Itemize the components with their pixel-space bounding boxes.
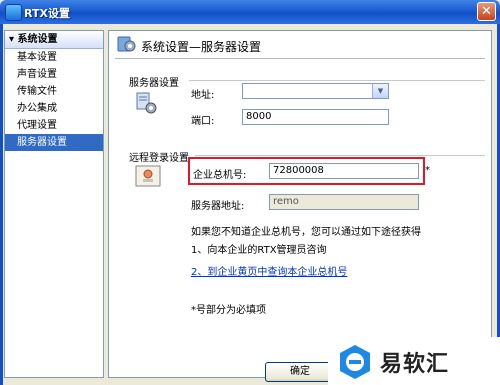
required-star: *: [425, 165, 430, 176]
server-gear-icon: [136, 92, 157, 114]
app-icon: [5, 4, 22, 21]
address-select[interactable]: ▼: [242, 83, 389, 99]
sidebar-item-proxy[interactable]: 代理设置: [5, 117, 103, 134]
settings-panel: 系统设置—服务器设置 服务器设置 地址: ▼ 端口: 8000 远程登录设置 企…: [108, 30, 492, 378]
watermark-text: 易软汇: [380, 352, 450, 377]
settings-sidebar: ▾ 系统设置 基本设置 声音设置 传输文件 办公集成 代理设置 服务器设置: [4, 30, 104, 378]
dropdown-arrow-icon[interactable]: ▼: [372, 84, 388, 98]
server-section-divider: [189, 80, 485, 81]
sidebar-item-file-transfer[interactable]: 传输文件: [5, 83, 103, 100]
server-address-label: 服务器地址:: [191, 201, 245, 212]
port-label: 端口:: [191, 116, 215, 127]
remote-section-heading: 远程登录设置: [129, 153, 189, 164]
help-item-admin: 1、向本企业的RTX管理员咨询: [191, 245, 327, 256]
window-title: RTX设置: [24, 7, 70, 20]
server-section-heading: 服务器设置: [129, 78, 179, 89]
ok-button[interactable]: 确定: [265, 362, 335, 382]
watermark: 易软汇: [328, 337, 500, 385]
yellow-pages-link[interactable]: 2、到企业黄页中查询本企业总机号: [191, 263, 347, 278]
sidebar-item-office[interactable]: 办公集成: [5, 100, 103, 117]
sidebar-item-server[interactable]: 服务器设置: [5, 134, 103, 151]
enterprise-number-label: 企业总机号:: [193, 170, 247, 181]
remote-login-icon: [135, 165, 161, 187]
remote-section-divider: [195, 155, 485, 156]
help-text: 如果您不知道企业总机号，您可以通过如下途径获得: [191, 227, 421, 238]
close-icon[interactable]: ✕: [477, 2, 496, 21]
watermark-logo-icon: [340, 345, 370, 379]
sidebar-item-basic[interactable]: 基本设置: [5, 49, 103, 66]
panel-divider: [115, 58, 485, 59]
sidebar-group-system[interactable]: ▾ 系统设置: [5, 31, 103, 49]
title-bar: RTX设置 ✕: [0, 0, 500, 24]
panel-title: 系统设置—服务器设置: [141, 40, 262, 54]
required-note: *号部分为必填项: [191, 305, 266, 316]
enterprise-number-input[interactable]: 72800008: [269, 163, 419, 179]
port-input[interactable]: 8000: [242, 109, 389, 125]
address-label: 地址:: [191, 90, 215, 101]
server-address-input[interactable]: remo: [269, 194, 419, 210]
sidebar-item-sound[interactable]: 声音设置: [5, 66, 103, 83]
settings-gear-icon: [117, 36, 136, 52]
